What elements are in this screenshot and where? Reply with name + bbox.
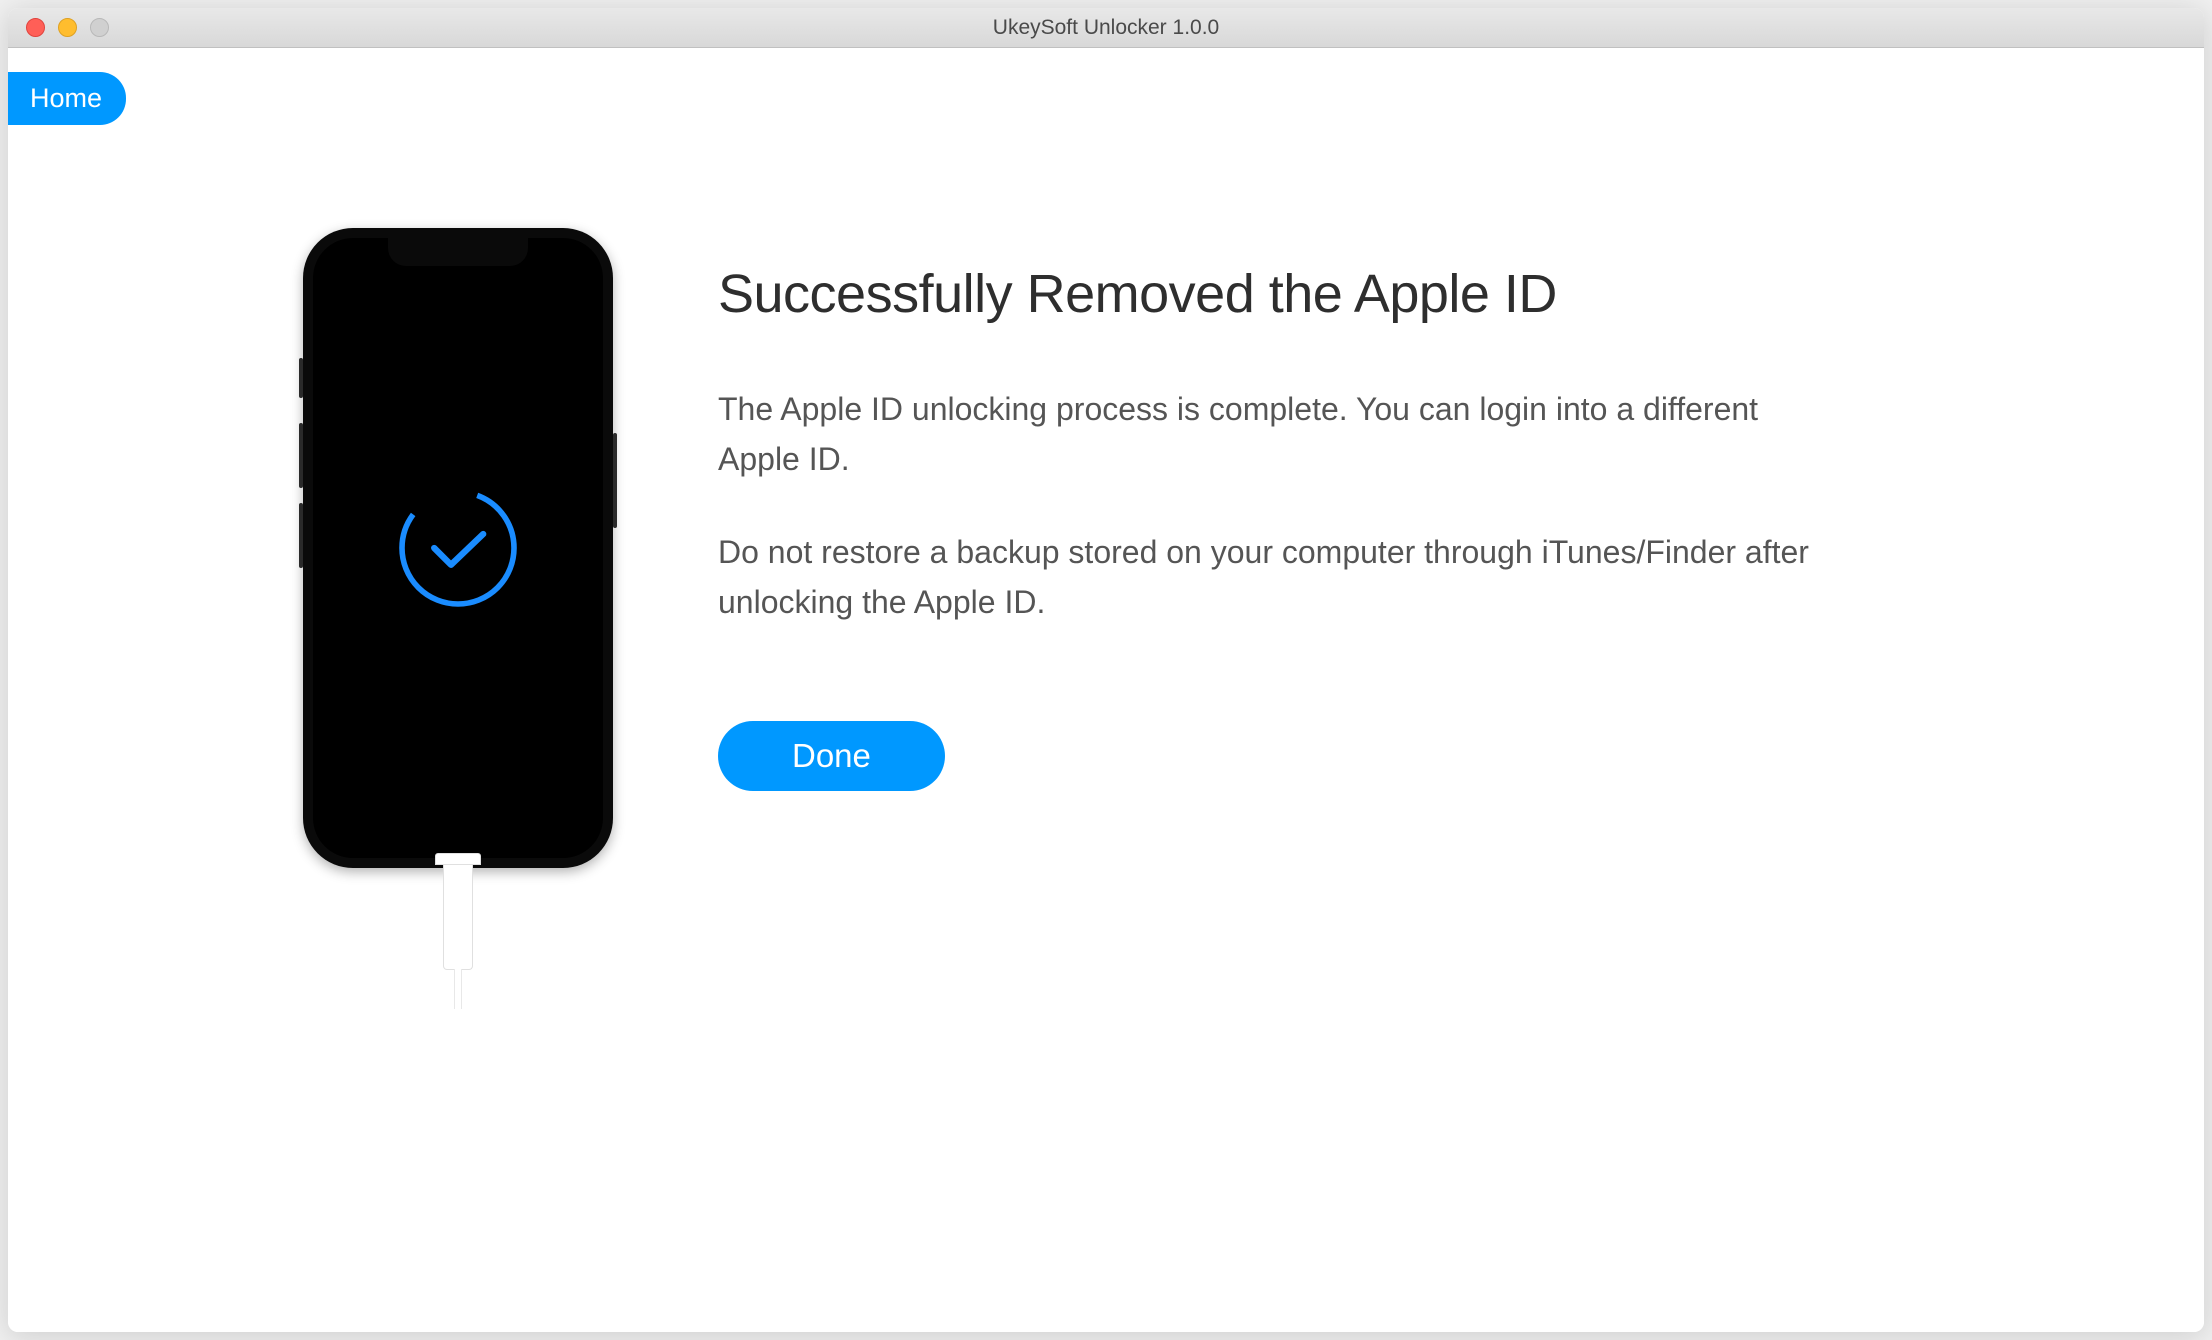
content-area: Home [8, 48, 2204, 1332]
traffic-lights [8, 18, 109, 37]
minimize-window-button[interactable] [58, 18, 77, 37]
phone-side-button [299, 358, 303, 398]
phone-side-button [299, 423, 303, 488]
close-window-button[interactable] [26, 18, 45, 37]
success-description-2: Do not restore a backup stored on your c… [718, 528, 1818, 627]
text-section: Successfully Removed the Apple ID The Ap… [718, 228, 1818, 970]
phone-side-button [613, 433, 617, 528]
phone-side-button [299, 503, 303, 568]
home-button[interactable]: Home [8, 72, 126, 125]
titlebar: UkeySoft Unlocker 1.0.0 [8, 8, 2204, 48]
phone-cable-icon [443, 865, 473, 970]
maximize-window-button [90, 18, 109, 37]
phone-body [303, 228, 613, 868]
phone-cable-wire [454, 969, 462, 1009]
done-button[interactable]: Done [718, 721, 945, 791]
phone-cable-plug [435, 853, 481, 865]
phone-screen [313, 238, 603, 858]
main-content: Successfully Removed the Apple ID The Ap… [298, 228, 1818, 970]
app-window: UkeySoft Unlocker 1.0.0 Home [8, 8, 2204, 1332]
success-description-1: The Apple ID unlocking process is comple… [718, 385, 1818, 484]
success-heading: Successfully Removed the Apple ID [718, 263, 1818, 325]
window-title: UkeySoft Unlocker 1.0.0 [8, 16, 2204, 40]
phone-illustration [298, 228, 618, 970]
phone-notch [388, 238, 528, 266]
success-checkmark-icon [388, 478, 528, 618]
